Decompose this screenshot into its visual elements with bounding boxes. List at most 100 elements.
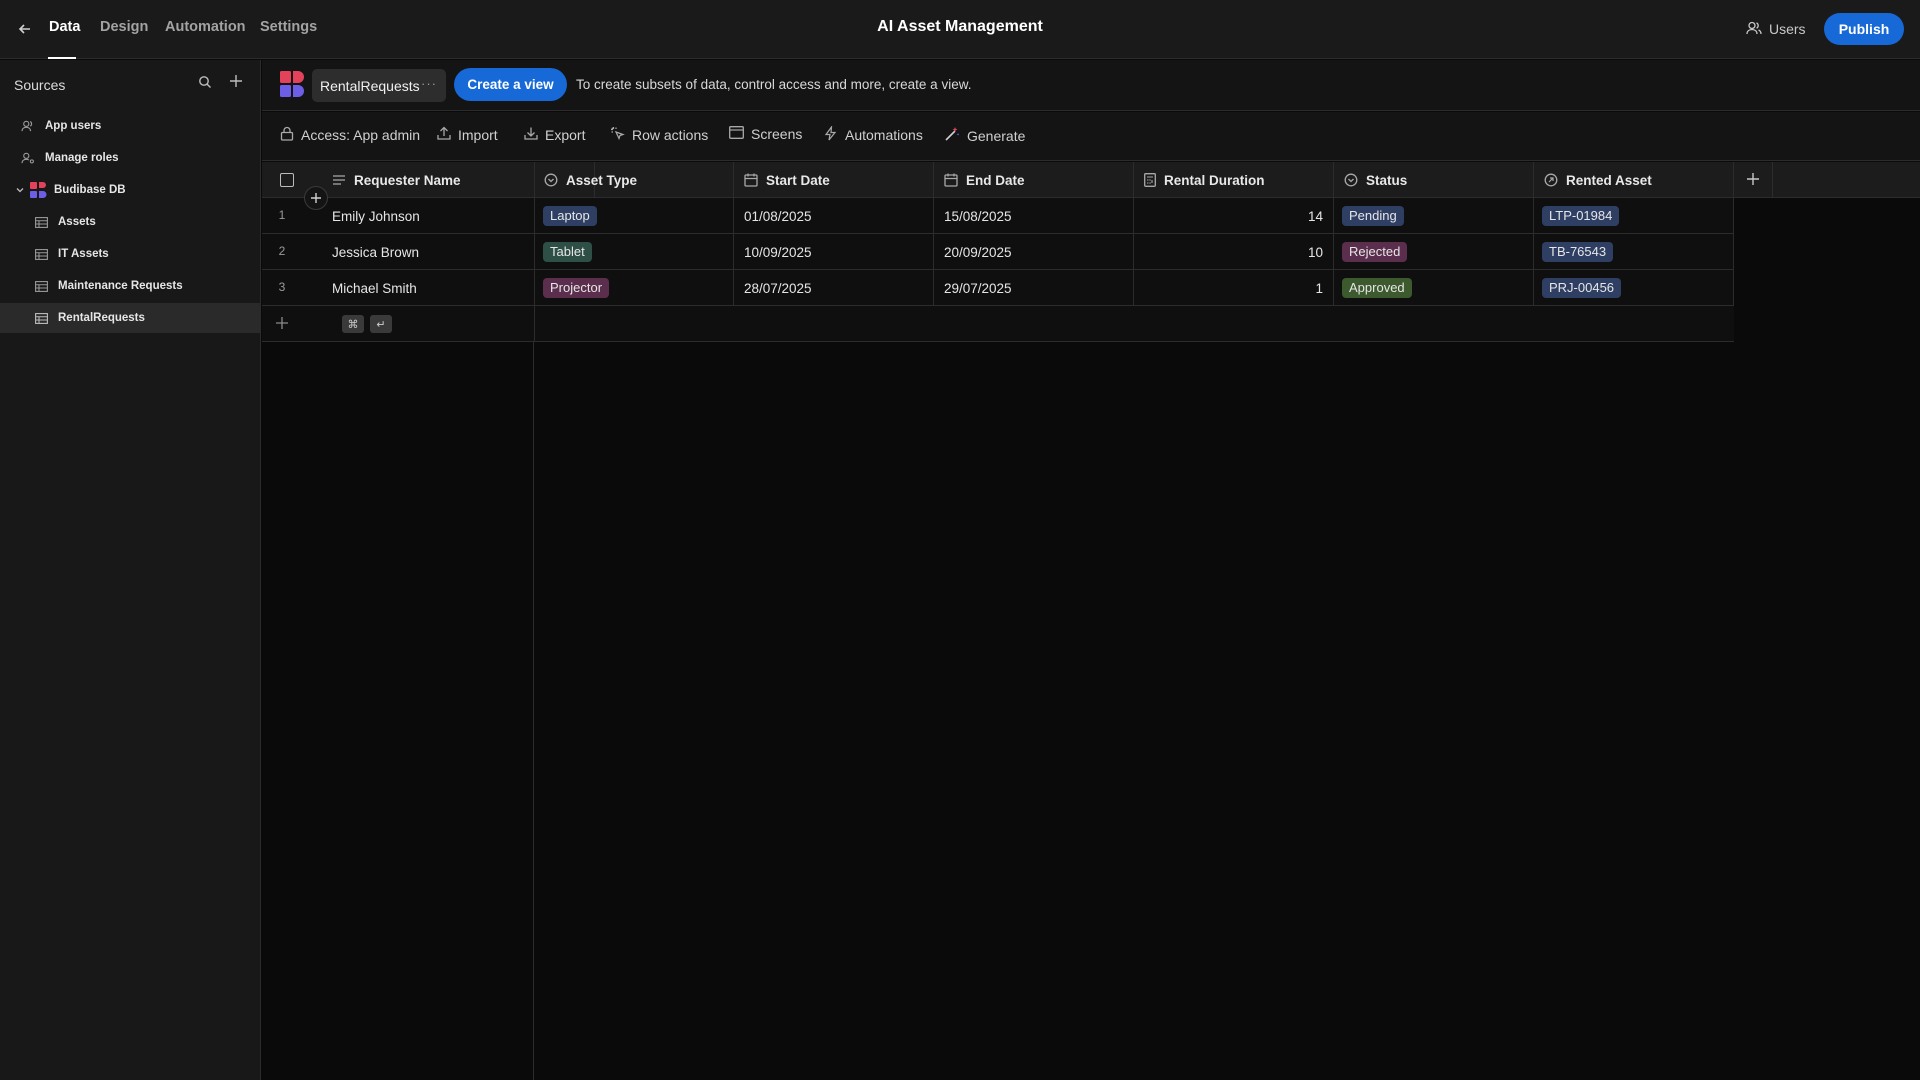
sidebar-item-manage-roles[interactable]: Manage roles xyxy=(0,143,260,173)
cell-end-date[interactable]: 15/08/2025 xyxy=(934,198,1134,234)
sidebar-item-label: IT Assets xyxy=(58,248,109,260)
table-row[interactable]: 2 Jessica Brown Tablet 10/09/2025 20/09/… xyxy=(262,234,1734,270)
users-label: Users xyxy=(1769,21,1806,37)
cursor-click-icon xyxy=(610,126,625,144)
cell-requester[interactable]: Jessica Brown xyxy=(322,234,534,270)
tab-design[interactable]: Design xyxy=(100,19,148,35)
calendar-icon xyxy=(944,173,958,187)
column-header-asset-type[interactable]: Asset Type xyxy=(534,162,734,198)
column-label: Asset Type xyxy=(566,172,638,188)
cell-end-date[interactable]: 20/09/2025 xyxy=(934,234,1134,270)
cell-asset-type[interactable]: Laptop xyxy=(534,198,734,234)
users-button[interactable]: Users xyxy=(1746,16,1806,42)
cell-status[interactable]: Approved xyxy=(1334,270,1534,306)
users-icon xyxy=(20,118,36,134)
generate-button[interactable]: Generate xyxy=(944,126,1025,145)
tab-automation[interactable]: Automation xyxy=(165,19,246,35)
chevron-down-icon[interactable] xyxy=(15,185,25,195)
cell-rental-duration[interactable]: 14 xyxy=(1134,198,1334,234)
text-field-icon xyxy=(332,174,346,186)
cell-status[interactable]: Rejected xyxy=(1334,234,1534,270)
column-label: Start Date xyxy=(766,172,830,188)
relationship-icon xyxy=(1544,173,1558,187)
column-label: Rental Duration xyxy=(1164,172,1265,188)
sidebar-item-label: Assets xyxy=(58,216,96,228)
table-icon xyxy=(33,214,49,230)
table-row[interactable]: 3 Michael Smith Projector 28/07/2025 29/… xyxy=(262,270,1734,306)
sidebar-item-it-assets[interactable]: IT Assets xyxy=(0,239,260,269)
column-label: Rented Asset xyxy=(1566,172,1652,188)
tab-settings[interactable]: Settings xyxy=(260,19,317,35)
row-actions-button[interactable]: Row actions xyxy=(610,126,708,144)
table-row[interactable]: 1 Emily Johnson Laptop 01/08/2025 15/08/… xyxy=(262,198,1734,234)
cell-rented-asset[interactable]: TB-76543 xyxy=(1534,234,1734,270)
column-header-rented-asset[interactable]: Rented Asset xyxy=(1534,162,1734,198)
cell-rented-asset[interactable]: PRJ-00456 xyxy=(1534,270,1734,306)
enter-key-icon: ↵ xyxy=(370,315,392,333)
search-icon[interactable] xyxy=(198,75,212,92)
rented-asset-chip: LTP-01984 xyxy=(1542,206,1620,226)
select-all-checkbox[interactable] xyxy=(280,173,294,187)
sidebar-item-label: Maintenance Requests xyxy=(58,280,183,292)
more-options-icon[interactable]: ··· xyxy=(421,76,437,91)
column-header-end-date[interactable]: End Date xyxy=(934,162,1134,198)
cell-end-date[interactable]: 29/07/2025 xyxy=(934,270,1134,306)
cell-rental-duration[interactable]: 10 xyxy=(1134,234,1334,270)
access-button[interactable]: Access: App admin xyxy=(280,126,420,144)
cell-start-date[interactable]: 10/09/2025 xyxy=(734,234,934,270)
screens-button[interactable]: Screens xyxy=(729,126,802,142)
cell-asset-type[interactable]: Projector xyxy=(534,270,734,306)
sources-title: Sources xyxy=(14,77,66,93)
sidebar-item-budibase-db[interactable]: Budibase DB xyxy=(0,175,260,205)
cell-rental-duration[interactable]: 1 xyxy=(1134,270,1334,306)
row-number: 1 xyxy=(278,208,286,222)
cell-start-date[interactable]: 01/08/2025 xyxy=(734,198,934,234)
cell-rented-asset[interactable]: LTP-01984 xyxy=(1534,198,1734,234)
table-header-bar: RentalRequests ··· Create a view To crea… xyxy=(262,60,1920,111)
cmd-key-icon: ⌘ xyxy=(342,315,364,333)
column-label: Requester Name xyxy=(354,172,461,188)
sidebar-item-app-users[interactable]: App users xyxy=(0,111,260,141)
column-header-start-date[interactable]: Start Date xyxy=(734,162,934,198)
add-column-button[interactable] xyxy=(1734,162,1773,198)
table-name-chip[interactable]: RentalRequests ··· xyxy=(312,69,446,102)
insert-row-plus-icon[interactable] xyxy=(304,186,328,210)
publish-button[interactable]: Publish xyxy=(1824,13,1904,45)
budibase-logo-icon xyxy=(279,70,305,101)
export-button[interactable]: Export xyxy=(524,126,585,143)
status-badge: Rejected xyxy=(1342,242,1408,262)
sidebar-item-assets[interactable]: Assets xyxy=(0,207,260,237)
user-roles-icon xyxy=(20,150,36,166)
sidebar-item-rentalrequests[interactable]: RentalRequests xyxy=(0,303,260,333)
toolbar: Access: App admin Import Export Row acti… xyxy=(262,112,1920,161)
status-badge: Approved xyxy=(1342,278,1412,298)
generate-label: Generate xyxy=(967,127,1026,144)
sidebar-item-maintenance-requests[interactable]: Maintenance Requests xyxy=(0,271,260,301)
top-bar: Data Design Automation Settings AI Asset… xyxy=(0,0,1920,59)
rented-asset-chip: PRJ-00456 xyxy=(1542,278,1622,298)
column-divider xyxy=(533,342,534,1080)
add-source-icon[interactable] xyxy=(228,73,244,92)
add-row[interactable]: ⌘ ↵ xyxy=(262,306,1734,342)
cell-start-date[interactable]: 28/07/2025 xyxy=(734,270,934,306)
tab-data[interactable]: Data xyxy=(49,19,80,35)
cell-asset-type[interactable]: Tablet xyxy=(534,234,734,270)
status-badge: Pending xyxy=(1342,206,1404,226)
row-actions-label: Row actions xyxy=(632,127,709,143)
download-icon xyxy=(524,126,538,143)
cell-status[interactable]: Pending xyxy=(1334,198,1534,234)
column-header-rental-duration[interactable]: Rental Duration xyxy=(1134,162,1334,198)
rented-asset-chip: TB-76543 xyxy=(1542,242,1614,262)
option-field-icon xyxy=(544,173,558,187)
asset-type-badge: Projector xyxy=(543,278,610,298)
column-header-status[interactable]: Status xyxy=(1334,162,1534,198)
sidebar: Sources App users Manage roles Budibase … xyxy=(0,60,261,1080)
table-icon xyxy=(33,246,49,262)
cell-requester[interactable]: Michael Smith xyxy=(322,270,534,306)
import-button[interactable]: Import xyxy=(437,126,498,143)
cell-requester[interactable]: Emily Johnson xyxy=(322,198,534,234)
add-row-plus-icon[interactable] xyxy=(275,316,289,333)
create-view-button[interactable]: Create a view xyxy=(454,68,567,101)
back-arrow-icon[interactable] xyxy=(14,18,36,40)
automations-button[interactable]: Automations xyxy=(823,124,923,144)
